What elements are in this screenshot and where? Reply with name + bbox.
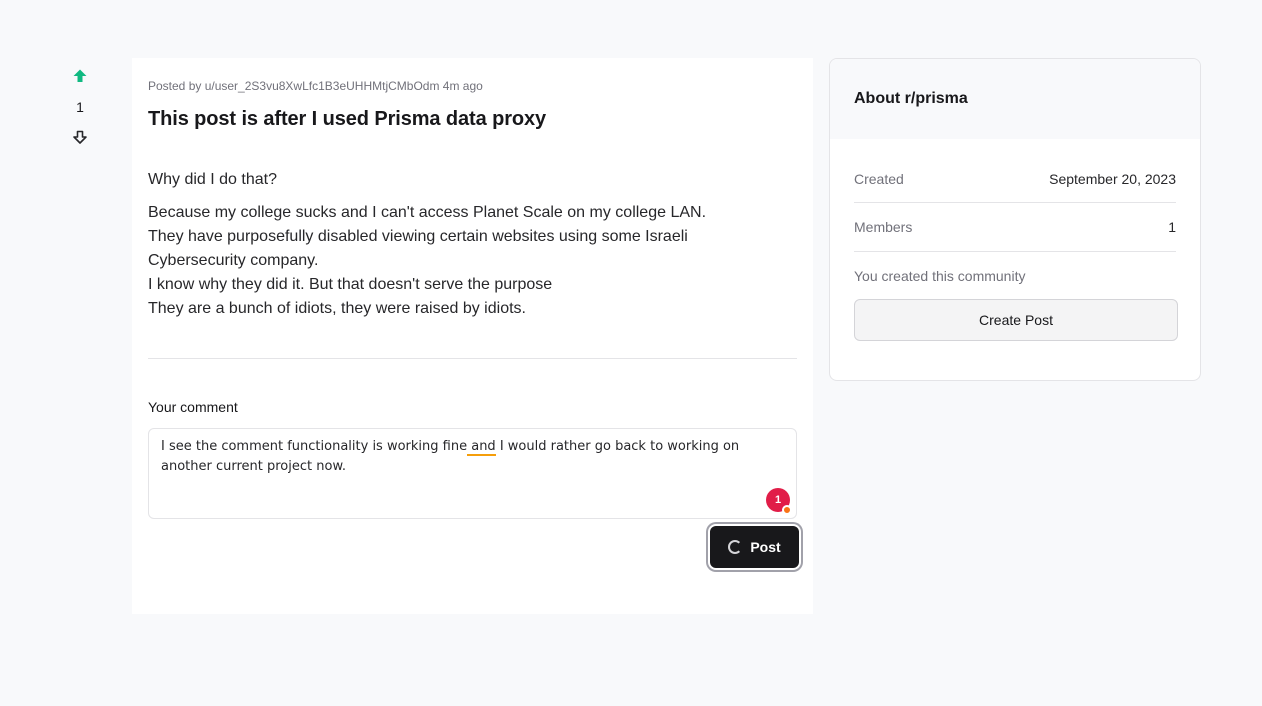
info-label: Created	[854, 170, 904, 187]
comment-label: Your comment	[148, 399, 238, 415]
post-comment-button[interactable]: Post	[710, 526, 799, 568]
info-value: September 20, 2023	[1049, 170, 1176, 187]
post-body: Why did I do that? Because my college su…	[148, 168, 748, 321]
badge-status-dot	[782, 505, 792, 515]
grammar-extension-badge[interactable]: 1	[766, 488, 792, 515]
post-line: They are a bunch of idiots, they were ra…	[148, 300, 526, 317]
vote-count: 1	[76, 99, 84, 115]
post-title: This post is after I used Prisma data pr…	[148, 108, 547, 130]
comment-textarea[interactable]: I see the comment functionality is worki…	[148, 428, 797, 519]
community-header: About r/prisma	[830, 59, 1200, 139]
post-question: Why did I do that?	[148, 171, 277, 188]
post-card: Posted by u/user_2S3vu8XwLfc1B3eUHHMtjCM…	[132, 58, 813, 614]
create-post-button[interactable]: Create Post	[854, 299, 1178, 341]
community-info-card: About r/prisma Created September 20, 202…	[829, 58, 1201, 381]
community-title: About r/prisma	[854, 90, 968, 107]
comment-text: I see the comment functionality is worki…	[161, 437, 771, 477]
info-label: Members	[854, 219, 913, 235]
downvote-button[interactable]	[68, 125, 92, 149]
arrow-up-filled-icon	[73, 69, 87, 82]
post-line: Because my college sucks and I can't acc…	[148, 204, 707, 221]
info-row-members: Members 1	[854, 203, 1176, 252]
info-value: 1	[1168, 219, 1176, 235]
post-line: I know why they did it. But that doesn't…	[148, 276, 553, 293]
loading-spinner-icon	[728, 540, 743, 554]
post-line: They have purposefully disabled viewing …	[148, 228, 688, 269]
comment-text-part: I see the comment functionality is worki…	[161, 439, 468, 454]
post-button-label: Post	[750, 539, 781, 555]
community-owner-note: You created this community	[854, 268, 1026, 284]
spellcheck-flagged-word[interactable]: and	[467, 439, 496, 456]
upvote-button[interactable]	[68, 64, 92, 88]
post-meta: Posted by u/user_2S3vu8XwLfc1B3eUHHMtjCM…	[148, 79, 483, 93]
community-details: Created September 20, 2023 Members 1 You…	[830, 155, 1200, 341]
info-row-created: Created September 20, 2023	[854, 155, 1176, 203]
arrow-down-icon	[73, 130, 87, 144]
divider	[148, 358, 797, 359]
vote-column: 1	[60, 64, 100, 149]
